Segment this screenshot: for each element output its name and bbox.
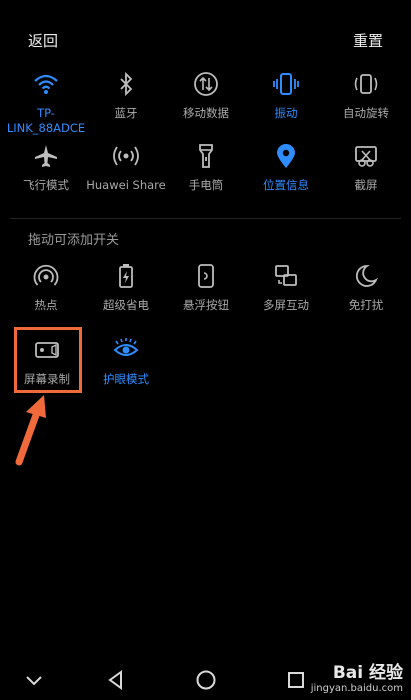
watermark-brand: Bai 经验: [332, 663, 403, 683]
chevron-down-icon[interactable]: [22, 668, 46, 692]
home-circle-icon[interactable]: [194, 668, 218, 692]
pointer-arrow: [15, 395, 46, 466]
recents-square-icon[interactable]: [284, 668, 308, 692]
watermark: Bai 经验 jingyan.baidu.com: [311, 658, 403, 694]
back-triangle-icon[interactable]: [104, 668, 128, 692]
watermark-url: jingyan.baidu.com: [310, 683, 403, 694]
